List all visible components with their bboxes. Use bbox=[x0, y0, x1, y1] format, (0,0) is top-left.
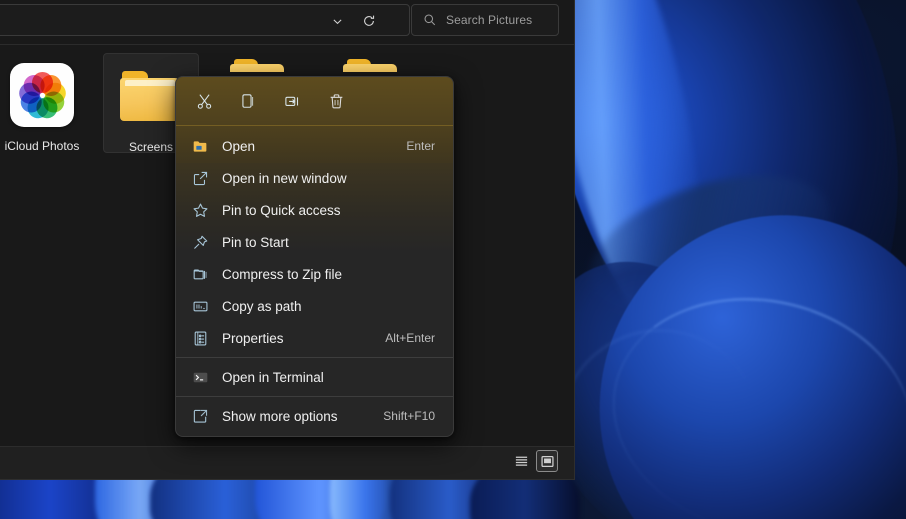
menu-item-shortcut: Enter bbox=[406, 139, 435, 153]
folder-icon bbox=[120, 71, 182, 121]
menu-item-open-in-terminal[interactable]: Open in Terminal bbox=[180, 361, 449, 393]
view-mode-buttons bbox=[510, 450, 558, 472]
open-new-window-icon bbox=[190, 168, 210, 188]
scissors-icon bbox=[196, 93, 213, 110]
rename-icon bbox=[284, 93, 301, 110]
menu-item-label: Open in new window bbox=[222, 170, 347, 186]
file-item-icloud-photos[interactable]: iCloud Photos bbox=[0, 53, 90, 153]
menu-item-pin-to-start[interactable]: Pin to Start bbox=[180, 226, 449, 258]
context-menu[interactable]: Open Enter Open in new window Pin to Qui… bbox=[175, 76, 454, 437]
context-menu-toolbar bbox=[176, 77, 453, 125]
folder-icon-partial[interactable] bbox=[230, 59, 286, 72]
rename-button[interactable] bbox=[270, 84, 314, 118]
terminal-icon bbox=[190, 367, 210, 387]
menu-item-shortcut: Shift+F10 bbox=[383, 409, 435, 423]
menu-item-show-more-options[interactable]: Show more options Shift+F10 bbox=[180, 400, 449, 432]
copy-button[interactable] bbox=[226, 84, 270, 118]
menu-item-label: Copy as path bbox=[222, 298, 302, 314]
star-icon bbox=[190, 200, 210, 220]
icloud-photos-icon bbox=[10, 63, 74, 127]
refresh-icon[interactable] bbox=[357, 10, 381, 32]
menu-item-label: Open bbox=[222, 138, 256, 154]
address-bar-row: Search Pictures bbox=[0, 4, 574, 38]
menu-item-label: Pin to Quick access bbox=[222, 202, 341, 218]
status-bar bbox=[0, 446, 574, 479]
menu-item-copy-as-path[interactable]: Copy as path bbox=[180, 290, 449, 322]
copy-path-icon bbox=[190, 296, 210, 316]
search-input[interactable]: Search Pictures bbox=[411, 4, 559, 36]
search-icon bbox=[422, 12, 438, 28]
cut-button[interactable] bbox=[182, 84, 226, 118]
chevron-down-icon[interactable] bbox=[325, 10, 349, 32]
pin-icon bbox=[190, 232, 210, 252]
menu-item-label: Properties bbox=[222, 330, 284, 346]
folder-open-icon bbox=[190, 136, 210, 156]
zip-folder-icon bbox=[190, 264, 210, 284]
copy-icon bbox=[240, 93, 257, 110]
menu-item-label: Pin to Start bbox=[222, 234, 289, 250]
search-placeholder: Search Pictures bbox=[446, 13, 533, 27]
menu-item-label: Show more options bbox=[222, 408, 338, 424]
delete-button[interactable] bbox=[314, 84, 358, 118]
properties-icon bbox=[190, 328, 210, 348]
menu-item-compress-to-zip[interactable]: Compress to Zip file bbox=[180, 258, 449, 290]
menu-divider bbox=[176, 357, 453, 358]
menu-item-pin-to-quick-access[interactable]: Pin to Quick access bbox=[180, 194, 449, 226]
menu-item-label: Compress to Zip file bbox=[222, 266, 343, 282]
large-icons-view-button[interactable] bbox=[536, 450, 558, 472]
folder-icon-partial[interactable] bbox=[343, 59, 399, 72]
file-thumbnail bbox=[0, 53, 90, 137]
menu-item-open[interactable]: Open Enter bbox=[180, 130, 449, 162]
file-label: iCloud Photos bbox=[4, 139, 80, 153]
menu-item-properties[interactable]: Properties Alt+Enter bbox=[180, 322, 449, 354]
address-bar[interactable] bbox=[0, 4, 410, 36]
show-more-icon bbox=[190, 406, 210, 426]
trash-icon bbox=[328, 93, 345, 110]
menu-divider bbox=[176, 396, 453, 397]
menu-item-shortcut: Alt+Enter bbox=[385, 331, 435, 345]
menu-item-open-in-new-window[interactable]: Open in new window bbox=[180, 162, 449, 194]
context-menu-items: Open Enter Open in new window Pin to Qui… bbox=[176, 126, 453, 436]
menu-item-label: Open in Terminal bbox=[222, 369, 324, 385]
details-view-button[interactable] bbox=[510, 450, 532, 472]
screen: Search Pictures iCloud Photos Screens Op… bbox=[0, 0, 906, 519]
